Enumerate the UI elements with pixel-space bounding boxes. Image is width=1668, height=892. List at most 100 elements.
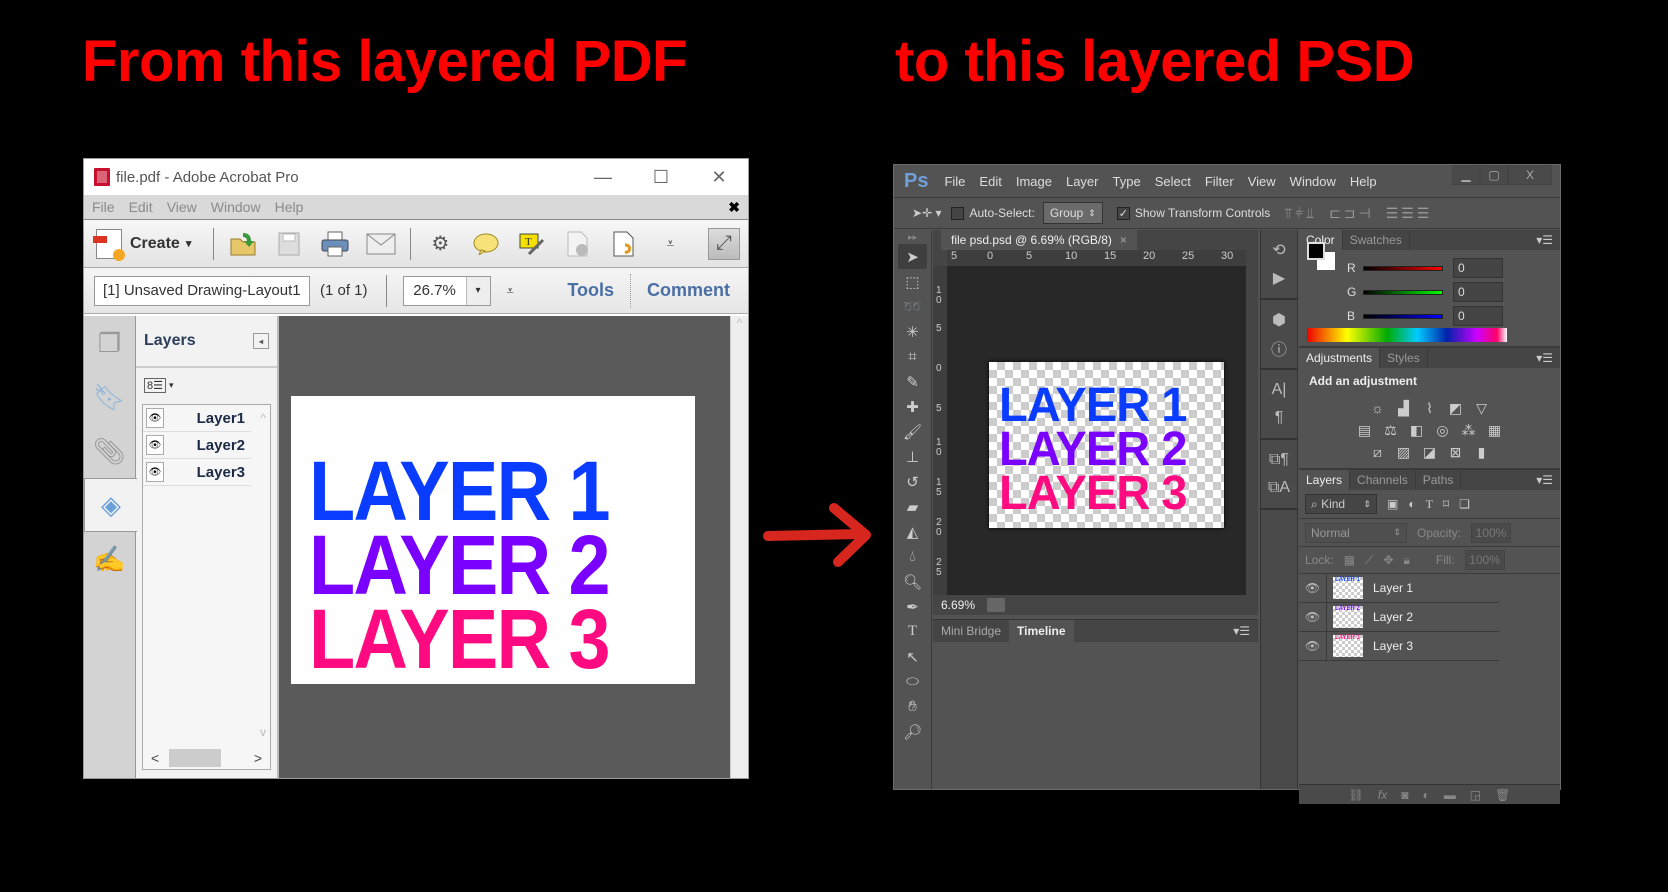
invert-icon[interactable]: ⧄ [1369,444,1387,460]
menu-type[interactable]: Type [1113,174,1141,189]
document-tab[interactable]: file psd.psd @ 6.69% (RGB/8) × [941,230,1137,250]
layers-nav-icon[interactable]: ◈ [84,478,137,532]
layer-filter-select[interactable]: ⌕ Kind ⇕ [1305,494,1377,514]
menu-help[interactable]: Help [1350,174,1377,189]
foreground-color-swatch[interactable] [1307,242,1325,260]
create-button[interactable]: Create ▾ [93,228,191,261]
selective-color-icon[interactable]: ⊠ [1447,444,1465,460]
close-document-button[interactable]: ✖ [728,199,740,216]
tab-adjustments[interactable]: Adjustments [1299,348,1381,368]
bookmarks-icon[interactable]: 🔖︎ [84,370,135,424]
layer-row[interactable]: 👁︎ Layer1 [143,405,251,432]
channel-mixer-icon[interactable]: ⁂ [1460,422,1478,438]
green-slider[interactable] [1363,289,1443,295]
layer-row[interactable]: 👁︎ LAYER 2 Layer 2 [1299,603,1499,632]
crop-tool-icon[interactable]: ⌗ [894,344,931,369]
3d-panel-icon[interactable]: ⬢ [1261,306,1297,334]
adjustment-icon[interactable]: ◐ [1423,788,1430,802]
nav-overflow-icon[interactable]: ⩡ [507,283,514,299]
tab-layers[interactable]: Layers [1299,470,1351,490]
menu-filter[interactable]: Filter [1205,174,1234,189]
lock-position-icon[interactable]: ✥ [1383,553,1393,567]
paragraph-styles-icon[interactable]: ⧉¶ [1261,446,1297,474]
red-value-input[interactable]: 0 [1453,258,1503,278]
type-tool-icon[interactable]: T [894,619,931,644]
layer-options-button[interactable]: 8☰ ▾ [136,368,277,402]
color-balance-icon[interactable]: ⚖ [1382,422,1400,438]
mask-icon[interactable]: ◙ [1401,788,1408,802]
layer-row[interactable]: 👁︎ Layer3 [143,459,251,486]
move-tool-icon[interactable]: ➤✛ ▾ [912,206,941,220]
distribute-icons[interactable]: ☰☰☰ [1386,205,1433,222]
zoom-tool-icon[interactable]: 🔎︎ [894,719,931,744]
auto-select-dropdown[interactable]: Group ⇕ [1042,202,1103,224]
menu-window[interactable]: Window [211,199,261,215]
zoom-level[interactable]: 6.69% [941,598,975,612]
ellipse-tool-icon[interactable]: ⬭ [894,669,931,694]
menu-file[interactable]: File [944,174,965,189]
fill-input[interactable]: 100% [1464,550,1505,570]
collapse-panel-button[interactable]: ◂ [253,333,269,349]
show-transform-checkbox[interactable]: ✓ [1116,206,1130,220]
eraser-tool-icon[interactable]: ▰ [894,494,931,519]
close-button[interactable]: ✕ [690,167,748,188]
paragraph-panel-icon[interactable]: ¶ [1261,404,1297,432]
menu-select[interactable]: Select [1155,174,1191,189]
panel-menu-icon[interactable]: ▾☰ [1529,348,1560,368]
blue-slider[interactable] [1363,313,1443,319]
character-styles-icon[interactable]: ⧉A [1261,474,1297,502]
filter-type-icon[interactable]: T [1426,497,1433,512]
hand-tool-icon[interactable]: ✋︎ [894,694,931,719]
eye-icon[interactable]: 👁︎ [1299,632,1327,660]
toolbar-overflow-icon[interactable]: ⩡ [655,229,685,259]
menu-window[interactable]: Window [1290,174,1336,189]
menu-image[interactable]: Image [1016,174,1052,189]
vibrance-icon[interactable]: ▽ [1473,400,1491,416]
minimize-button[interactable]: — [574,167,632,188]
fx-icon[interactable]: fx [1378,788,1387,802]
history-panel-icon[interactable]: ⟲ [1261,236,1297,264]
tab-timeline[interactable]: Timeline [1009,620,1074,642]
posterize-icon[interactable]: ▨ [1395,444,1413,460]
blend-mode-select[interactable]: Normal ⇕ [1305,522,1407,543]
minimize-button[interactable]: ▁ [1452,165,1480,185]
comment-bubble-icon[interactable] [471,229,501,259]
black-white-icon[interactable]: ◧ [1408,422,1426,438]
menu-edit[interactable]: Edit [979,174,1001,189]
align-horizontal-icons[interactable]: ⊏⊐⊣ [1329,205,1374,222]
brightness-contrast-icon[interactable]: ☼ [1369,400,1387,416]
menu-edit[interactable]: Edit [129,199,153,215]
color-lookup-icon[interactable]: ▦ [1486,422,1504,438]
blue-value-input[interactable]: 0 [1453,306,1503,326]
align-vertical-icons[interactable]: ⫪⫩⫫ [1284,205,1317,222]
maximize-button[interactable]: ☐ [632,167,690,188]
tab-mini-bridge[interactable]: Mini Bridge [933,620,1009,642]
fullscreen-button[interactable]: ⤢ [708,227,740,260]
new-layer-icon[interactable]: ◲ [1470,788,1481,802]
blur-tool-icon[interactable]: 💧︎ [894,544,931,569]
comment-pane-button[interactable]: Comment [647,280,730,301]
lock-all-icon[interactable]: 🔒︎ [1404,553,1410,568]
brush-tool-icon[interactable]: 🖌︎ [894,419,931,444]
email-icon[interactable] [366,229,396,259]
panel-menu-icon[interactable]: ▾☰ [1225,620,1258,642]
curves-icon[interactable]: ⌇ [1421,400,1439,416]
magic-wand-tool-icon[interactable]: ✳ [894,319,931,344]
info-panel-icon[interactable]: ⓘ [1261,334,1297,362]
eye-icon[interactable]: 👁︎ [146,408,164,428]
hue-saturation-icon[interactable]: ▤ [1356,422,1374,438]
scroll-left-button[interactable]: < [151,750,159,766]
character-panel-icon[interactable]: A| [1261,376,1297,404]
open-folder-icon[interactable] [228,229,258,259]
status-menu-icon[interactable] [987,598,1006,612]
vertical-scrollbar[interactable]: ^ [730,316,748,778]
text-edit-icon[interactable]: T [517,229,547,259]
tab-paths[interactable]: Paths [1416,470,1462,490]
scroll-right-button[interactable]: > [254,750,262,766]
menu-layer[interactable]: Layer [1066,174,1099,189]
layer-row[interactable]: 👁︎ Layer2 [143,432,251,459]
pen-tool-icon[interactable]: ✒ [894,594,931,619]
menu-view[interactable]: View [167,199,197,215]
scrollbar-thumb[interactable] [169,749,221,767]
folder-icon[interactable]: ▬ [1444,788,1456,802]
